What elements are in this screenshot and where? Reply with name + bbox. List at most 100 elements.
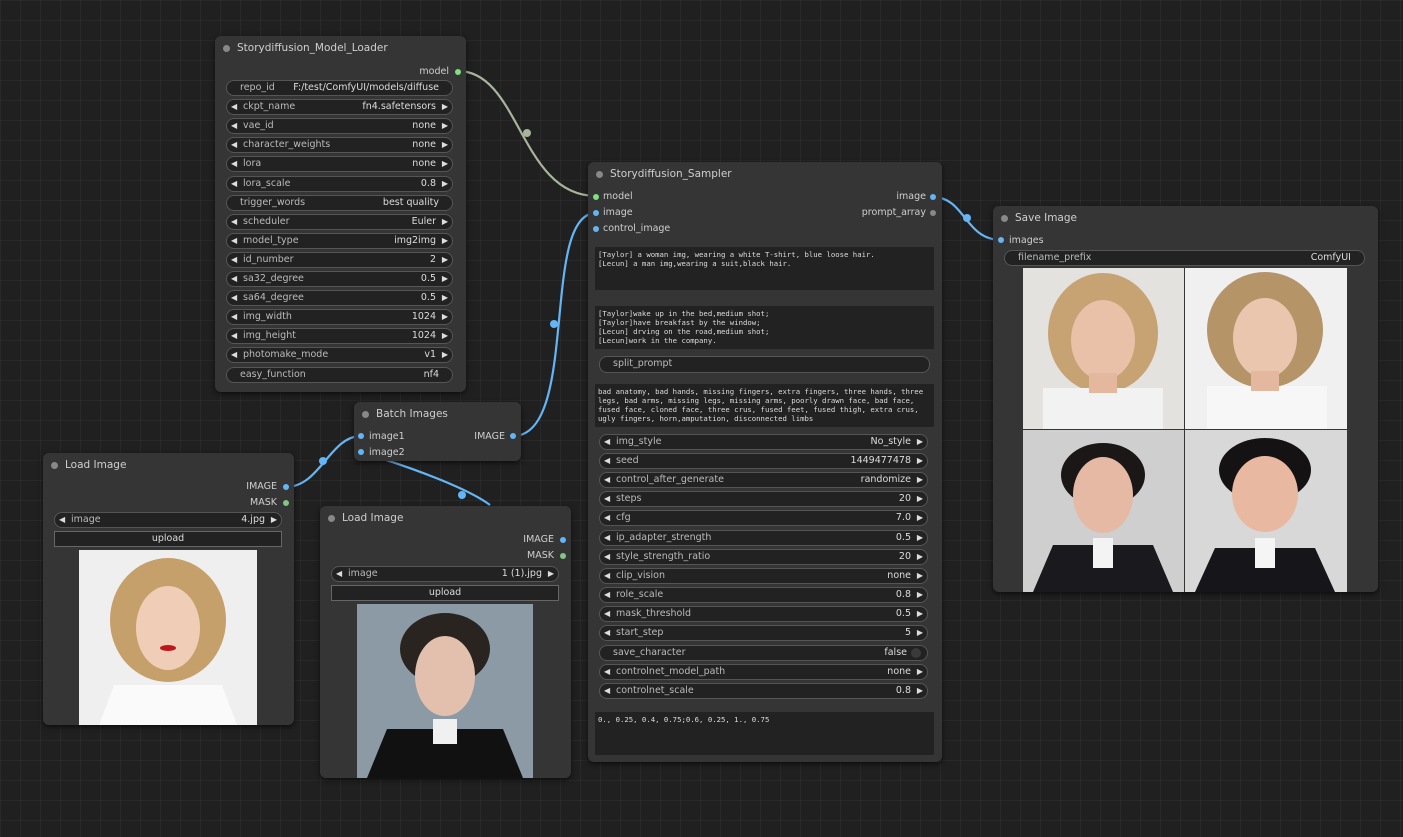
output-image[interactable]: image [896, 190, 926, 204]
input-images[interactable]: images [1009, 234, 1044, 248]
arrow-right-icon[interactable]: ▶ [442, 253, 448, 267]
arrow-right-icon[interactable]: ▶ [917, 665, 923, 679]
arrow-left-icon[interactable]: ◀ [231, 177, 237, 191]
character-weights-select[interactable]: ◀ character_weights none ▶ [226, 137, 453, 154]
model-loader-title[interactable]: Storydiffusion_Model_Loader [215, 36, 466, 60]
scheduler-select[interactable]: ◀ scheduler Euler ▶ [226, 213, 453, 230]
mask-threshold-select[interactable]: ◀ mask_threshold 0.5 ▶ [599, 605, 928, 622]
sampler-node[interactable]: Storydiffusion_Sampler model image contr… [588, 162, 942, 762]
arrow-right-icon[interactable]: ▶ [271, 513, 277, 527]
save-image-node[interactable]: Save Image images filename_prefix ComfyU… [993, 206, 1378, 592]
style-strength-ratio-select[interactable]: ◀ style_strength_ratio 20 ▶ [599, 548, 928, 565]
arrow-right-icon[interactable]: ▶ [442, 310, 448, 324]
controlnet-model-path-select[interactable]: ◀ controlnet_model_path none ▶ [599, 664, 928, 681]
collapse-dot-icon[interactable] [223, 45, 230, 52]
img-height-select[interactable]: ◀ img_height 1024 ▶ [226, 328, 453, 345]
ip-adapter-strength-select[interactable]: ◀ ip_adapter_strength 0.5 ▶ [599, 529, 928, 546]
model-loader-node[interactable]: Storydiffusion_Model_Loader model repo_i… [215, 36, 466, 392]
input-image-dot[interactable] [593, 210, 599, 216]
batch-images-title[interactable]: Batch Images [354, 402, 521, 426]
bottom-textarea[interactable]: 0., 0.25, 0.4, 0.75;0.6, 0.25, 1., 0.75 [595, 712, 934, 755]
sa64-degree-select[interactable]: ◀ sa64_degree 0.5 ▶ [226, 290, 453, 307]
input-image[interactable]: image [603, 206, 633, 220]
output-model[interactable]: model [419, 65, 449, 79]
output-prompt-array[interactable]: prompt_array [862, 206, 926, 220]
output-prompt-array-dot[interactable] [930, 210, 936, 216]
arrow-right-icon[interactable]: ▶ [917, 607, 923, 621]
input-model[interactable]: model [603, 190, 633, 204]
output-image[interactable]: IMAGE [474, 430, 505, 444]
output-image-2[interactable] [1185, 268, 1347, 429]
arrow-left-icon[interactable]: ◀ [231, 329, 237, 343]
arrow-left-icon[interactable]: ◀ [604, 492, 610, 506]
load-image-title[interactable]: Load Image [43, 453, 294, 477]
negative-prompt-textarea[interactable]: bad anatomy, bad hands, missing fingers,… [595, 384, 934, 427]
arrow-right-icon[interactable]: ▶ [917, 626, 923, 640]
id-number-select[interactable]: ◀ id_number 2 ▶ [226, 251, 453, 268]
input-image2[interactable]: image2 [369, 446, 405, 460]
cfg-select[interactable]: ◀ cfg 7.0 ▶ [599, 510, 928, 527]
batch-images-node[interactable]: Batch Images image1 image2 IMAGE [354, 402, 521, 461]
arrow-left-icon[interactable]: ◀ [231, 100, 237, 114]
arrow-left-icon[interactable]: ◀ [231, 291, 237, 305]
role-scale-select[interactable]: ◀ role_scale 0.8 ▶ [599, 586, 928, 603]
arrow-right-icon[interactable]: ▶ [917, 511, 923, 525]
image-select[interactable]: ◀ image 4.jpg ▶ [54, 512, 282, 528]
arrow-left-icon[interactable]: ◀ [604, 588, 610, 602]
arrow-right-icon[interactable]: ▶ [442, 291, 448, 305]
arrow-right-icon[interactable]: ▶ [917, 435, 923, 449]
output-image-dot[interactable] [560, 537, 566, 543]
output-mask-dot[interactable] [283, 500, 289, 506]
output-mask-dot[interactable] [560, 553, 566, 559]
arrow-left-icon[interactable]: ◀ [59, 513, 65, 527]
collapse-dot-icon[interactable] [362, 411, 369, 418]
arrow-right-icon[interactable]: ▶ [442, 138, 448, 152]
input-image1[interactable]: image1 [369, 430, 405, 444]
upload-button[interactable]: upload [331, 585, 559, 601]
controlnet-scale-select[interactable]: ◀ controlnet_scale 0.8 ▶ [599, 683, 928, 700]
arrow-right-icon[interactable]: ▶ [917, 454, 923, 468]
arrow-left-icon[interactable]: ◀ [604, 665, 610, 679]
character-prompt-textarea[interactable]: [Taylor] a woman img, wearing a white T-… [595, 247, 934, 290]
collapse-dot-icon[interactable] [328, 515, 335, 522]
arrow-right-icon[interactable]: ▶ [917, 569, 923, 583]
output-mask[interactable]: MASK [527, 549, 554, 563]
save-image-title[interactable]: Save Image [993, 206, 1378, 230]
arrow-left-icon[interactable]: ◀ [231, 157, 237, 171]
arrow-left-icon[interactable]: ◀ [336, 567, 342, 581]
arrow-left-icon[interactable]: ◀ [604, 569, 610, 583]
output-image[interactable]: IMAGE [523, 533, 554, 547]
load-image-node-2[interactable]: Load Image IMAGE MASK ◀ image 1 (1).jpg … [320, 506, 571, 778]
output-mask[interactable]: MASK [250, 496, 277, 510]
output-model-dot[interactable] [455, 69, 461, 75]
steps-select[interactable]: ◀ steps 20 ▶ [599, 491, 928, 508]
toggle-knob-icon[interactable] [911, 648, 921, 659]
input-model-dot[interactable] [593, 194, 599, 200]
img-style-select[interactable]: ◀ img_style No_style ▶ [599, 434, 928, 450]
ckpt-name-select[interactable]: ◀ ckpt_name fn4.safetensors ▶ [226, 99, 453, 116]
output-image-dot[interactable] [510, 433, 516, 439]
arrow-right-icon[interactable]: ▶ [442, 234, 448, 248]
image-select[interactable]: ◀ image 1 (1).jpg ▶ [331, 566, 559, 582]
arrow-left-icon[interactable]: ◀ [604, 454, 610, 468]
arrow-right-icon[interactable]: ▶ [917, 550, 923, 564]
arrow-left-icon[interactable]: ◀ [231, 215, 237, 229]
output-image-dot[interactable] [930, 194, 936, 200]
model-type-select[interactable]: ◀ model_type img2img ▶ [226, 232, 453, 249]
arrow-left-icon[interactable]: ◀ [604, 607, 610, 621]
arrow-left-icon[interactable]: ◀ [604, 435, 610, 449]
input-control-image-dot[interactable] [593, 226, 599, 232]
output-image-1[interactable] [1023, 268, 1184, 429]
arrow-left-icon[interactable]: ◀ [231, 310, 237, 324]
photomake-mode-select[interactable]: ◀ photomake_mode v1 ▶ [226, 347, 453, 364]
repo-id-field[interactable]: repo_id F:/test/ComfyUI/models/diffuse [226, 80, 453, 96]
arrow-left-icon[interactable]: ◀ [231, 348, 237, 362]
collapse-dot-icon[interactable] [51, 462, 58, 469]
arrow-right-icon[interactable]: ▶ [442, 119, 448, 133]
arrow-right-icon[interactable]: ▶ [917, 588, 923, 602]
arrow-left-icon[interactable]: ◀ [604, 550, 610, 564]
output-image[interactable]: IMAGE [246, 480, 277, 494]
sa32-degree-select[interactable]: ◀ sa32_degree 0.5 ▶ [226, 271, 453, 287]
arrow-right-icon[interactable]: ▶ [548, 567, 554, 581]
arrow-left-icon[interactable]: ◀ [231, 253, 237, 267]
